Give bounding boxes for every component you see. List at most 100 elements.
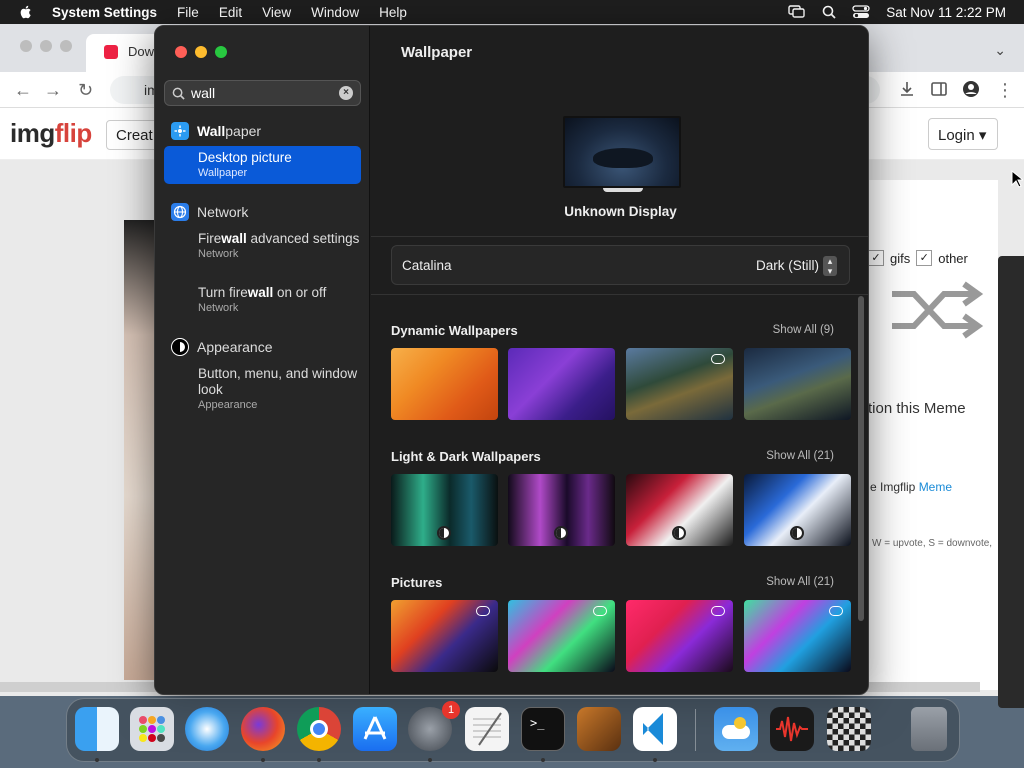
group-wallpaper[interactable]: Wallpaper <box>171 122 261 140</box>
network-globe-icon <box>171 203 189 221</box>
dock-chrome-icon[interactable] <box>297 707 341 751</box>
result-button-menu[interactable]: Button, menu, and window look Appearance <box>164 366 361 412</box>
menu-window[interactable]: Window <box>311 5 359 20</box>
settings-search-input[interactable]: wall × <box>164 80 361 106</box>
wallpaper-thumb-blue-wave[interactable] <box>744 474 851 546</box>
dock-launchpad-icon[interactable] <box>130 707 174 751</box>
download-cloud-icon <box>476 606 490 616</box>
browser-menu-icon[interactable]: ⋮ <box>996 80 1014 101</box>
display-name: Unknown Display <box>564 204 677 219</box>
wallpaper-thumb-ventura-orange[interactable] <box>391 348 498 420</box>
download-cloud-icon <box>593 606 607 616</box>
wallpaper-thumb-catalina-dynamic[interactable] <box>744 348 851 420</box>
menu-help[interactable]: Help <box>379 5 407 20</box>
appearance-icon <box>171 338 189 356</box>
wallpaper-selector-row: Catalina Dark (Still) ▴ ▾ <box>391 245 850 285</box>
show-all-pictures-button[interactable]: Show All (21) <box>766 576 834 588</box>
filter-row: ✓ gifs ✓ other <box>868 250 968 266</box>
download-icon[interactable] <box>898 80 916 98</box>
menu-view[interactable]: View <box>262 5 291 20</box>
popup-stepper-icon[interactable]: ▴ ▾ <box>823 256 837 276</box>
imgflip-logo[interactable]: imgflip <box>10 118 92 149</box>
result-firewall-advanced[interactable]: Firewall advanced settings Network <box>164 231 361 261</box>
zoom-button[interactable] <box>215 46 227 58</box>
clear-search-icon[interactable]: × <box>339 86 353 100</box>
menu-edit[interactable]: Edit <box>219 5 242 20</box>
profile-icon[interactable] <box>962 80 980 98</box>
floating-panel <box>998 256 1024 708</box>
wallpaper-thumb-ventura-purple[interactable] <box>508 348 615 420</box>
browser-minimize-button[interactable] <box>40 40 52 52</box>
wallpaper-thumb-picture-4[interactable] <box>744 600 851 672</box>
download-cloud-icon <box>711 354 725 364</box>
menu-bar: System Settings File Edit View Window He… <box>0 0 1024 24</box>
dock-running-indicator <box>428 758 432 762</box>
result-turn-firewall[interactable]: Turn firewall on or off Network <box>164 285 361 315</box>
divider <box>371 294 868 295</box>
shuffle-icon[interactable] <box>888 280 988 340</box>
wallpaper-thumb-picture-2[interactable] <box>508 600 615 672</box>
tab-list-chevron-icon[interactable]: ⌄ <box>994 42 1006 59</box>
dock-textedit-icon[interactable] <box>465 707 509 751</box>
minimize-button[interactable] <box>195 46 207 58</box>
browser-close-button[interactable] <box>20 40 32 52</box>
show-all-dynamic-button[interactable]: Show All (9) <box>773 324 834 336</box>
forward-arrow-icon[interactable]: → <box>44 80 62 101</box>
browser-zoom-button[interactable] <box>60 40 72 52</box>
reload-icon[interactable]: ↻ <box>78 80 93 101</box>
wallpaper-scrollbar[interactable] <box>858 296 864 621</box>
result-subtitle: Appearance <box>198 399 258 411</box>
show-all-light-dark-button[interactable]: Show All (21) <box>766 450 834 462</box>
light-dark-icon <box>790 526 804 540</box>
meme-link[interactable]: Meme <box>919 480 952 494</box>
wallpaper-thumb-picture-1[interactable] <box>391 600 498 672</box>
dock-running-indicator <box>95 758 99 762</box>
dock-firefox-icon[interactable] <box>241 707 285 751</box>
back-arrow-icon[interactable]: ← <box>14 80 32 101</box>
result-subtitle: Network <box>198 248 239 260</box>
section-title-pictures: Pictures <box>391 575 443 590</box>
wallpaper-mode-popup[interactable]: Dark (Still) <box>756 258 819 273</box>
apple-menu-icon[interactable] <box>18 4 34 20</box>
dock-garageband-icon[interactable] <box>577 707 621 751</box>
control-center-icon[interactable] <box>852 5 870 19</box>
other-checkbox[interactable]: ✓ <box>916 250 933 266</box>
side-panel-icon[interactable] <box>930 80 948 98</box>
tab-title: Dow <box>128 44 155 59</box>
gifs-checkbox[interactable]: ✓ <box>868 250 884 266</box>
group-appearance[interactable]: Appearance <box>171 338 273 356</box>
dock-finder-icon[interactable] <box>75 707 119 751</box>
screen-mirroring-icon[interactable] <box>788 5 806 19</box>
display-preview <box>563 116 681 188</box>
dock-vscode-icon[interactable] <box>633 707 677 751</box>
dock-trash-icon[interactable] <box>911 707 947 751</box>
wallpaper-name: Catalina <box>402 258 452 273</box>
close-button[interactable] <box>175 46 187 58</box>
dock-terminal-icon[interactable]: >_ <box>521 707 565 751</box>
wallpaper-thumb-red-wave[interactable] <box>626 474 733 546</box>
system-settings-window: wall × Wallpaper Desktop picture Wallpap… <box>154 25 869 695</box>
caption-this-meme-button[interactable]: tion this Meme <box>868 400 966 417</box>
dock-safari-icon[interactable] <box>185 707 229 751</box>
menu-file[interactable]: File <box>177 5 199 20</box>
section-title-dynamic: Dynamic Wallpapers <box>391 323 518 338</box>
login-button[interactable]: Login ▾ <box>928 118 998 150</box>
spotlight-search-icon[interactable] <box>822 5 836 19</box>
dock-app-store-icon[interactable] <box>353 707 397 751</box>
menu-clock[interactable]: Sat Nov 11 2:22 PM <box>886 5 1006 20</box>
wallpaper-thumb-picture-3[interactable] <box>626 600 733 672</box>
gifs-label: gifs <box>890 250 911 266</box>
group-network[interactable]: Network <box>171 203 248 221</box>
wallpaper-icon <box>171 122 189 140</box>
result-title: Turn firewall on or off <box>198 285 327 300</box>
dock-weather-icon[interactable] <box>714 707 758 751</box>
dock-chess-icon[interactable] <box>827 707 871 751</box>
menu-app-name[interactable]: System Settings <box>52 5 157 20</box>
wallpaper-thumb-purple-glow[interactable] <box>508 474 615 546</box>
result-desktop-picture[interactable]: Desktop picture Wallpaper <box>164 146 361 184</box>
imgflip-meme-text: e Imgflip Meme <box>870 480 953 494</box>
divider <box>371 236 868 237</box>
wallpaper-thumb-catalina-coast[interactable] <box>626 348 733 420</box>
dock-voice-memos-icon[interactable] <box>770 707 814 751</box>
wallpaper-thumb-green-glow[interactable] <box>391 474 498 546</box>
